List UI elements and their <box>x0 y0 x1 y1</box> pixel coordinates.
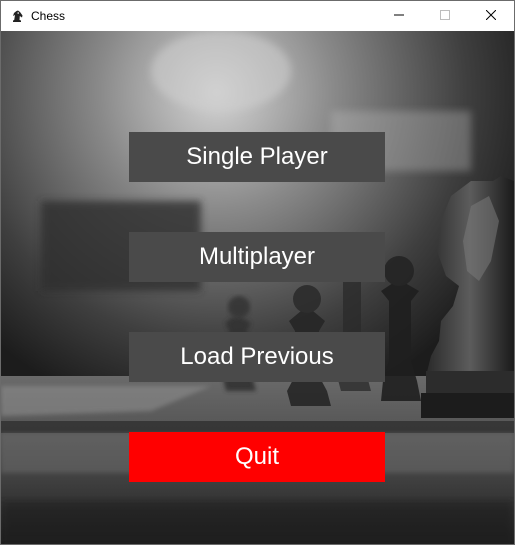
window-title: Chess <box>31 9 66 23</box>
close-button[interactable] <box>468 1 514 31</box>
load-previous-button[interactable]: Load Previous <box>129 332 385 382</box>
app-window: Chess Single Player Multiplayer Load Pre… <box>0 0 515 545</box>
maximize-icon <box>440 7 450 25</box>
minimize-button[interactable] <box>376 1 422 31</box>
chess-knight-icon <box>9 8 25 24</box>
window-controls <box>376 1 514 31</box>
title-bar[interactable]: Chess <box>1 1 514 31</box>
load-previous-label: Load Previous <box>180 343 334 370</box>
multiplayer-label: Multiplayer <box>198 243 316 270</box>
close-icon <box>485 7 497 25</box>
single-player-button[interactable]: Single Player <box>129 132 385 182</box>
main-menu-screen: Single Player Multiplayer Load Previous … <box>1 31 514 544</box>
multiplayer-button[interactable]: Multiplayer <box>129 232 385 282</box>
quit-button[interactable]: Quit <box>129 432 385 482</box>
single-player-label: Single Player <box>186 143 328 170</box>
maximize-button[interactable] <box>422 1 468 31</box>
quit-label: Quit <box>234 443 279 470</box>
minimize-icon <box>394 7 404 25</box>
